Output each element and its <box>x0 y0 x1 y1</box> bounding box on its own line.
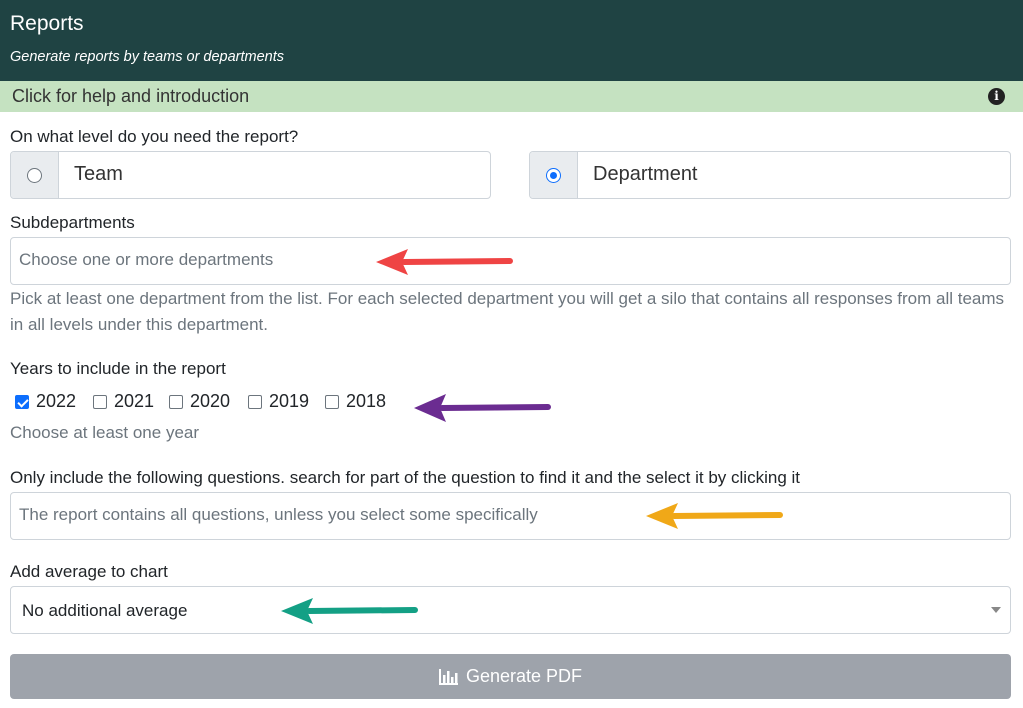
questions-input[interactable]: The report contains all questions, unles… <box>10 492 1011 540</box>
year-2021-checkbox[interactable] <box>93 394 107 409</box>
year-2022-label: 2022 <box>36 391 77 411</box>
year-2018-label: 2018 <box>346 391 387 411</box>
year-option-2022[interactable]: 2022 <box>15 391 76 412</box>
page-subtitle: Generate reports by teams or departments <box>10 49 285 65</box>
red-arrow-annotation <box>376 249 513 275</box>
page-title: Reports <box>10 12 84 35</box>
level-option-team[interactable]: Team <box>10 151 491 199</box>
years-label: Years to include in the report <box>10 359 226 378</box>
subdepartments-help: Pick at least one department from the li… <box>10 289 1005 334</box>
year-2018-checkbox[interactable] <box>325 394 339 409</box>
team-radio[interactable] <box>27 168 42 183</box>
average-select-value: No additional average <box>22 601 188 620</box>
team-radio-label: Team <box>74 163 123 185</box>
radio-addon <box>11 152 59 198</box>
questions-label: Only include the following questions. se… <box>10 468 800 487</box>
year-option-2019[interactable]: 2019 <box>248 391 309 412</box>
year-2019-label: 2019 <box>269 391 310 411</box>
questions-placeholder: The report contains all questions, unles… <box>19 505 538 524</box>
help-bar-text: Click for help and introduction <box>12 86 250 106</box>
year-2019-checkbox[interactable] <box>248 394 262 409</box>
help-bar[interactable]: Click for help and introduction i <box>0 81 1023 112</box>
department-radio[interactable] <box>546 168 561 183</box>
year-2021-label: 2021 <box>114 391 155 411</box>
page-header: Reports Generate reports by teams or dep… <box>0 0 1023 81</box>
green-arrow-annotation <box>281 598 418 624</box>
bar-chart-icon <box>438 668 458 685</box>
year-2022-checkbox[interactable] <box>15 394 29 409</box>
average-select[interactable]: No additional average <box>10 586 1011 634</box>
orange-arrow-annotation <box>646 503 783 529</box>
radio-addon <box>530 152 578 198</box>
subdepartments-label: Subdepartments <box>10 213 135 232</box>
subdepartments-placeholder: Choose one or more departments <box>19 250 274 269</box>
average-label: Add average to chart <box>10 562 168 581</box>
year-option-2021[interactable]: 2021 <box>93 391 154 412</box>
year-option-2018[interactable]: 2018 <box>325 391 386 412</box>
year-2020-checkbox[interactable] <box>169 394 183 409</box>
level-option-department[interactable]: Department <box>529 151 1011 199</box>
purple-arrow-annotation <box>414 394 551 422</box>
department-radio-label: Department <box>593 163 698 185</box>
year-option-2020[interactable]: 2020 <box>169 391 230 412</box>
generate-pdf-label: Generate PDF <box>465 666 583 686</box>
chevron-down-icon <box>991 607 1001 613</box>
level-label: On what level do you need the report? <box>10 127 299 146</box>
generate-pdf-button[interactable]: Generate PDF <box>10 654 1011 699</box>
year-2020-label: 2020 <box>190 391 231 411</box>
info-icon[interactable]: i <box>988 88 1005 105</box>
